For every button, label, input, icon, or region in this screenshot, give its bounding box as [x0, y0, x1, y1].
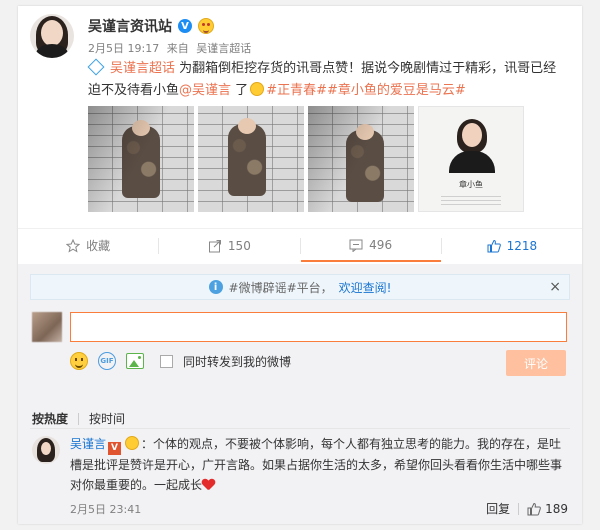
super-topic-icon — [87, 58, 105, 76]
my-avatar — [32, 312, 62, 342]
share-icon — [208, 239, 221, 252]
comment-tools: GIF 同时转发到我的微博 — [70, 352, 291, 370]
divider — [30, 428, 570, 429]
favorite-button[interactable]: 收藏 — [18, 229, 158, 262]
like-button[interactable]: 1218 — [442, 229, 582, 262]
post-text: 吴谨言超话 为翻箱倒柜挖存货的讯哥点赞！据说今晚剧情过于精彩，讯哥已经迫不及待看… — [87, 58, 568, 102]
emoji-icon — [250, 82, 265, 96]
topic-link-2[interactable]: #章小鱼的爱豆是马云# — [327, 83, 466, 98]
thumbs-up-icon — [487, 239, 501, 252]
post-text-part-2: 了 — [235, 83, 249, 98]
rumor-notice: i #微博辟谣#平台， 欢迎查阅! × — [30, 274, 570, 300]
weibo-post-card: 吴谨言资讯站 V 2月5日 19:17 来自 吴谨言超话 吴谨言超话 为翻箱倒柜… — [18, 6, 582, 524]
comment-area: i #微博辟谣#平台， 欢迎查阅! × GIF 同时转发到我的微博 评论 按热度 … — [18, 264, 582, 524]
comment-text: ：个体的观点，不要被个体影响，每个人都有独立思考的能力。我的存在，是吐槽是批评是… — [70, 437, 563, 492]
sort-by-time-tab[interactable]: 按时间 — [89, 410, 125, 427]
comment-body: 吴谨言 V ：个体的观点，不要被个体影响，每个人都有独立思考的能力。我的存在，是吐槽… — [70, 434, 570, 495]
post-images: 章小鱼 — [88, 106, 524, 212]
sort-by-hot-tab[interactable]: 按热度 — [32, 410, 68, 427]
comment-like-count: 189 — [545, 501, 568, 516]
submit-comment-button[interactable]: 评论 — [506, 350, 566, 376]
reply-button[interactable]: 回复 — [486, 500, 510, 517]
comment-like-button[interactable]: 189 — [527, 502, 568, 516]
mention-link[interactable]: @吴谨言 — [179, 83, 231, 98]
heart-icon — [202, 479, 214, 490]
close-icon[interactable]: × — [549, 279, 561, 295]
comment-date: 2月5日 23:41 — [70, 502, 142, 516]
image-upload-icon[interactable] — [126, 353, 144, 369]
notice-text: #微博辟谣#平台， — [228, 280, 333, 295]
sort-tabs: 按热度 按时间 — [32, 410, 125, 427]
repost-checkbox[interactable] — [160, 354, 173, 368]
author-avatar[interactable] — [30, 14, 74, 58]
info-icon: i — [208, 280, 223, 294]
post-image-2[interactable] — [198, 106, 304, 212]
action-bar: 收藏 150 496 1218 — [18, 228, 582, 262]
post-source[interactable]: 吴谨言超话 — [196, 42, 251, 55]
comment-button[interactable]: 496 — [300, 229, 441, 262]
commenter-avatar[interactable] — [32, 436, 60, 464]
comment-footer: 2月5日 23:41 回复 189 — [70, 500, 568, 517]
comment-icon — [349, 239, 363, 252]
commenter-name[interactable]: 吴谨言 — [70, 437, 106, 451]
star-icon — [66, 238, 81, 253]
post-image-3[interactable] — [308, 106, 414, 212]
topic-link-1[interactable]: #正青春# — [266, 83, 327, 98]
gif-icon[interactable]: GIF — [98, 352, 116, 370]
verified-icon: V — [108, 442, 122, 455]
author-name[interactable]: 吴谨言资讯站 — [88, 16, 172, 36]
post-image-4[interactable]: 章小鱼 — [418, 106, 524, 212]
id-card-name: 章小鱼 — [459, 180, 483, 189]
share-button[interactable]: 150 — [159, 229, 299, 262]
thumbs-up-icon — [527, 502, 541, 515]
post-image-1[interactable] — [88, 106, 194, 212]
emoji-icon — [125, 436, 140, 450]
post-meta: 2月5日 19:17 来自 吴谨言超话 — [88, 40, 255, 56]
notice-link[interactable]: 欢迎查阅! — [339, 279, 392, 296]
source-prefix: 来自 — [166, 42, 189, 55]
like-count: 1218 — [506, 238, 538, 253]
repost-label: 同时转发到我的微博 — [183, 354, 292, 369]
comment-count: 496 — [369, 237, 393, 252]
comment-input[interactable] — [70, 312, 567, 342]
emoji-picker-icon[interactable] — [70, 352, 88, 370]
verified-icon: V — [178, 19, 192, 33]
share-count: 150 — [227, 238, 251, 253]
emoji-badge-icon — [198, 18, 214, 34]
super-topic-link[interactable]: 吴谨言超话 — [110, 61, 175, 76]
author-row: 吴谨言资讯站 V — [88, 16, 214, 36]
post-date[interactable]: 2月5日 19:17 — [88, 42, 159, 55]
favorite-label: 收藏 — [86, 239, 111, 253]
